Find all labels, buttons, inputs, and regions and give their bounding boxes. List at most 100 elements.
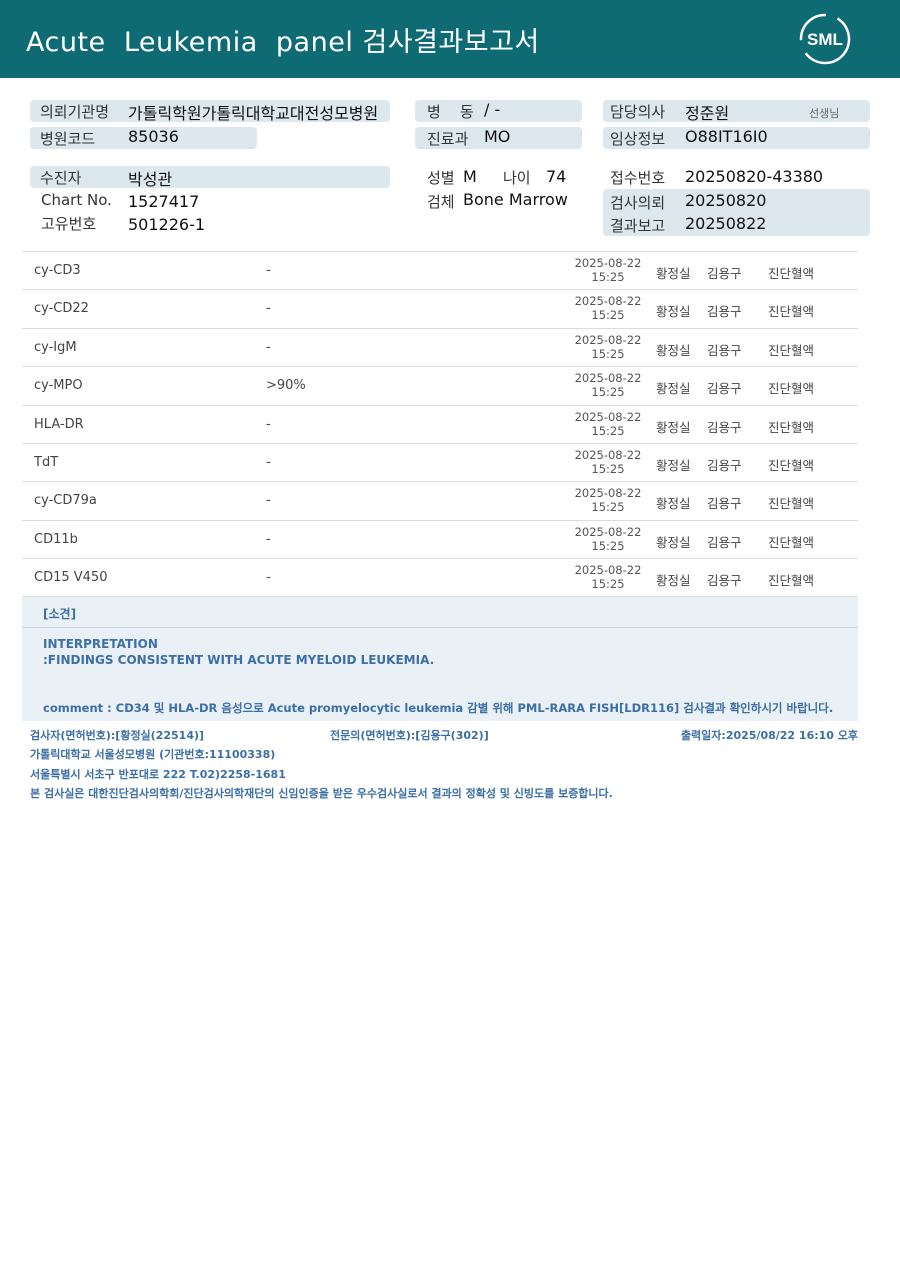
result-date: 2025-08-22: [574, 294, 642, 309]
result-time: 15:25: [591, 461, 625, 476]
report-header: Acute Leukemia panel 검사결과보고서 SML: [0, 0, 900, 78]
result-datetime: 2025-08-22 15:25: [548, 256, 668, 284]
result-time: 15:25: [591, 270, 625, 284]
technician: 황정실: [656, 381, 691, 397]
test-result: -: [266, 570, 271, 586]
physician: 김용구: [707, 573, 742, 589]
result-datetime: 2025-08-22 15:25: [548, 448, 668, 476]
technician: 황정실: [656, 573, 691, 589]
doctor-value: 정준원: [685, 104, 730, 123]
receipt-value: 20250820-43380: [685, 167, 824, 186]
test-result: -: [266, 531, 271, 547]
test-name: CD11b: [34, 531, 78, 547]
test-name: cy-IgM: [34, 339, 77, 355]
result-datetime: 2025-08-22 15:25: [548, 486, 668, 514]
physician: 김용구: [707, 534, 742, 550]
physician: 김용구: [707, 381, 742, 397]
comment-text: comment : CD34 및 HLA-DR 음성으로 Acute promy…: [43, 701, 834, 715]
report-title: Acute Leukemia panel 검사결과보고서: [26, 27, 540, 58]
printed-date: 출력일자:2025/08/22 16:10 오후: [680, 729, 858, 742]
test-name: cy-CD22: [34, 301, 89, 317]
department: 진단혈액: [768, 573, 815, 589]
specimen-label: 검체: [427, 193, 455, 211]
ward-value: / -: [484, 100, 501, 119]
report-label: 결과보고: [610, 217, 666, 235]
age-label: 나이: [503, 169, 531, 187]
test-result: >90%: [266, 378, 306, 394]
hospital-info: 가톨릭대학교 서울성모병원 (기관번호:11100338): [30, 748, 276, 761]
result-date: 2025-08-22: [574, 409, 642, 424]
department: 진단혈액: [768, 304, 815, 320]
findings-label: [소견]: [43, 607, 77, 621]
interpretation-title: INTERPRETATION: [43, 637, 158, 651]
table-row: TdT - 2025-08-22 15:25 황정실 김용구 진단혈액: [22, 442, 858, 481]
clinical-value: O88IT16I0: [685, 127, 768, 146]
sml-logo: SML: [798, 12, 852, 66]
age-value: 74: [546, 167, 567, 186]
hospital-code-label: 병원코드: [40, 130, 96, 148]
test-name: cy-CD3: [34, 263, 81, 278]
result-datetime: 2025-08-22 15:25: [548, 410, 668, 438]
result-time: 15:25: [591, 308, 625, 323]
result-date: 2025-08-22: [574, 447, 642, 462]
interpretation-text: :FINDINGS CONSISTENT WITH ACUTE MYELOID …: [43, 653, 435, 667]
department: 진단혈액: [768, 534, 815, 550]
test-result: -: [266, 263, 271, 278]
findings-header: [소견]: [22, 597, 858, 628]
result-date: 2025-08-22: [574, 524, 642, 539]
table-row: cy-CD22 - 2025-08-22 15:25 황정실 김용구 진단혈액: [22, 289, 858, 327]
table-row: cy-CD3 - 2025-08-22 15:25 황정실 김용구 진단혈액: [22, 251, 858, 289]
result-datetime: 2025-08-22 15:25: [548, 525, 668, 553]
test-result: -: [266, 454, 271, 470]
test-name: TdT: [34, 454, 59, 470]
table-row: cy-CD79a - 2025-08-22 15:25 황정실 김용구 진단혈액: [22, 481, 858, 519]
technician: 황정실: [656, 266, 691, 281]
clinical-label: 임상정보: [610, 130, 666, 148]
result-time: 15:25: [591, 423, 625, 438]
technician: 황정실: [656, 419, 691, 435]
technician: 황정실: [656, 342, 691, 358]
table-row: HLA-DR - 2025-08-22 15:25 황정실 김용구 진단혈액: [22, 404, 858, 443]
specialist-info: 전문의(면허번호):[김용구(302)]: [330, 729, 489, 742]
test-result: -: [266, 493, 271, 509]
results-table: cy-CD3 - 2025-08-22 15:25 황정실 김용구 진단혈액 cy…: [22, 251, 858, 597]
dept-value: MO: [484, 127, 511, 146]
request-value: 20250820: [685, 191, 767, 210]
result-datetime: 2025-08-22 15:25: [548, 371, 668, 399]
sex-value: M: [463, 167, 477, 186]
unique-value: 501226-1: [128, 215, 206, 234]
physician: 김용구: [707, 304, 742, 320]
result-date: 2025-08-22: [574, 563, 642, 578]
table-row: cy-MPO >90% 2025-08-22 15:25 황정실 김용구 진단혈액: [22, 366, 858, 404]
request-label: 검사의뢰: [610, 194, 666, 212]
technician: 황정실: [656, 496, 691, 512]
unique-label: 고유번호: [41, 215, 97, 233]
physician: 김용구: [707, 419, 742, 435]
table-row: cy-IgM - 2025-08-22 15:25 황정실 김용구 진단혈액: [22, 327, 858, 366]
test-name: HLA-DR: [34, 416, 84, 432]
result-time: 15:25: [591, 577, 625, 592]
department: 진단혈액: [768, 457, 815, 473]
table-row: CD15 V450 - 2025-08-22 15:25 황정실 김용구 진단혈액: [22, 558, 858, 597]
physician: 김용구: [707, 342, 742, 358]
result-datetime: 2025-08-22 15:25: [548, 563, 668, 591]
result-date: 2025-08-22: [574, 256, 642, 270]
department: 진단혈액: [768, 381, 815, 397]
report-value: 20250822: [685, 214, 767, 233]
physician: 김용구: [707, 496, 742, 512]
receipt-label: 접수번호: [610, 169, 666, 187]
department: 진단혈액: [768, 496, 815, 512]
doctor-suffix: 선생님: [809, 107, 840, 120]
chart-label: Chart No.: [41, 191, 112, 209]
logo-text: SML: [807, 30, 843, 49]
test-result: -: [266, 301, 271, 317]
result-datetime: 2025-08-22 15:25: [548, 333, 668, 361]
test-name: CD15 V450: [34, 570, 108, 586]
tester-info: 검사자(면허번호):[황정실(22514)]: [30, 729, 205, 742]
result-datetime: 2025-08-22 15:25: [548, 294, 668, 322]
technician: 황정실: [656, 304, 691, 320]
patient-label: 수진자: [40, 169, 82, 187]
result-time: 15:25: [591, 500, 625, 515]
physician: 김용구: [707, 266, 742, 281]
sex-label: 성별: [427, 169, 455, 187]
